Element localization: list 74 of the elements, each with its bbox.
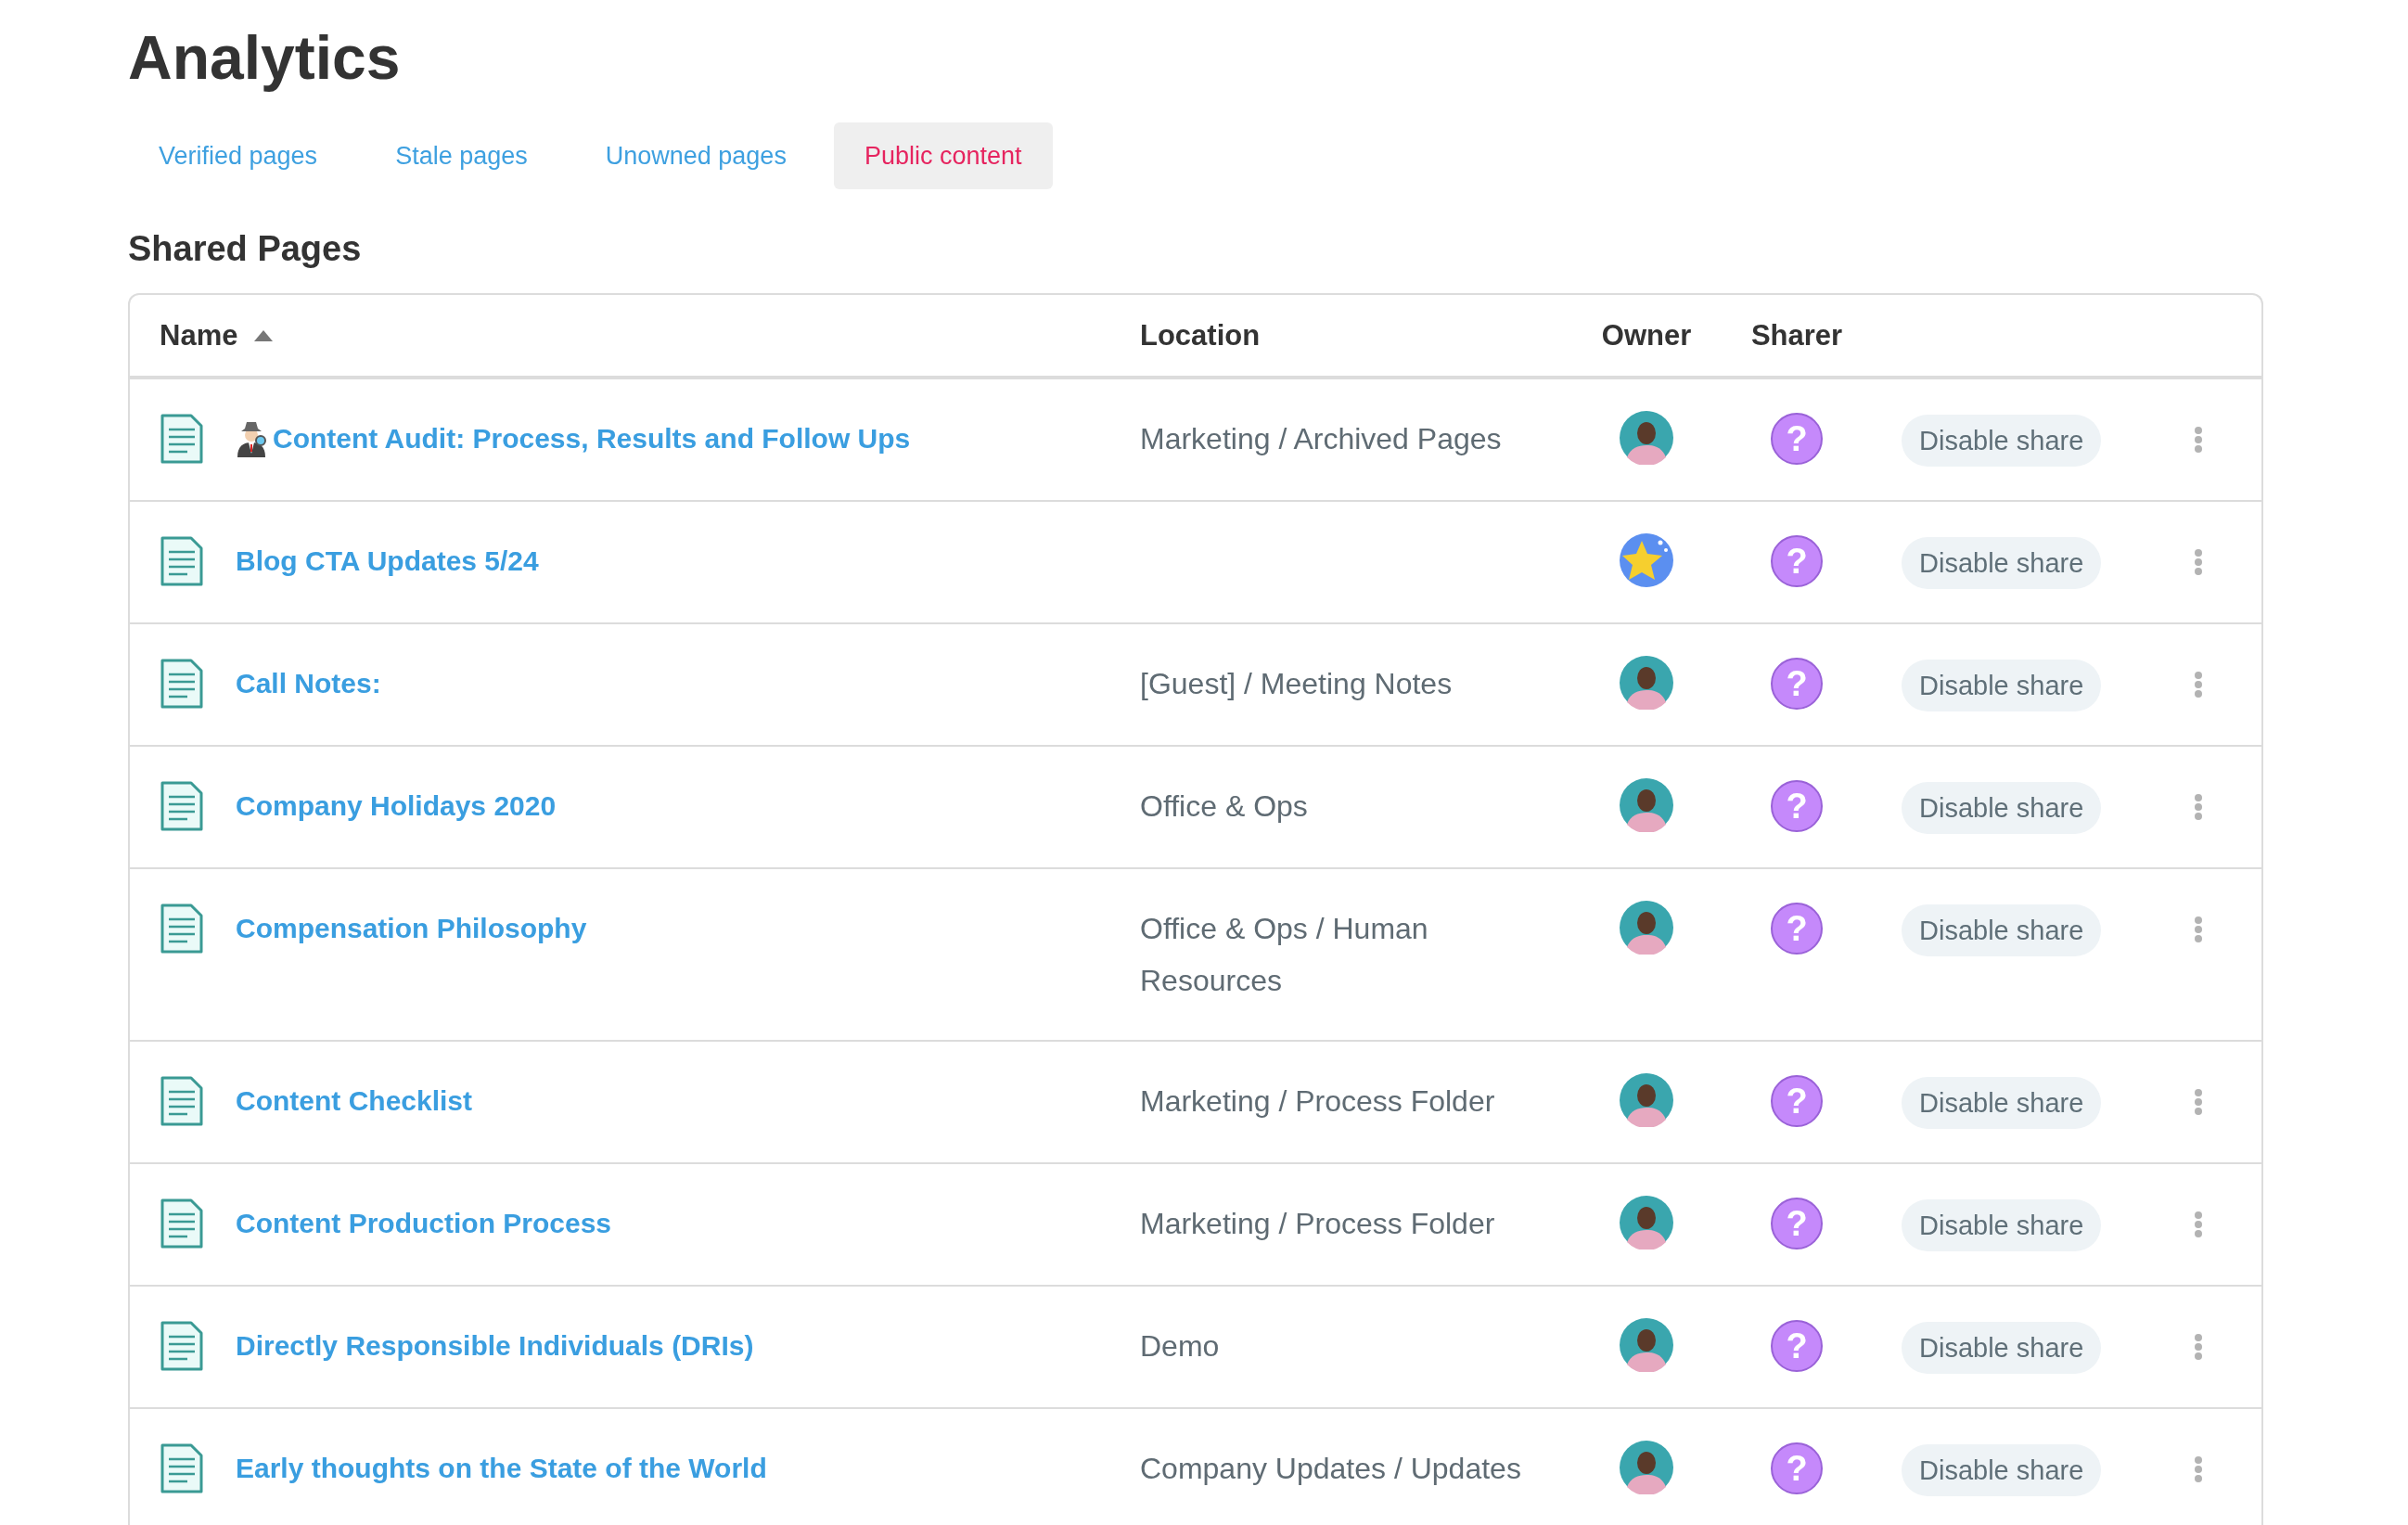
disable-share-button[interactable]: Disable share [1902,660,2102,711]
star-avatar [1620,533,1673,587]
page-link[interactable]: Company Holidays 2020 [236,780,557,832]
page-location: Office & Ops [1140,788,1309,825]
disable-share-button[interactable]: Disable share [1902,1322,2102,1374]
unknown-user-avatar: ? [1771,535,1823,587]
page-link[interactable]: Content Audit: Process, Results and Follow Ups [273,413,911,465]
document-icon [160,780,204,832]
more-icon[interactable] [2194,548,2203,576]
more-icon[interactable] [2194,1088,2203,1116]
page-link[interactable]: Content Checklist [236,1075,473,1127]
disable-share-button[interactable]: Disable share [1902,1077,2102,1129]
section-title: Shared Pages [128,228,363,270]
page-location: Marketing / Archived Pages [1140,421,1503,457]
person-avatar [1620,411,1673,465]
page-location: Demo [1140,1328,1221,1365]
document-icon [160,1075,204,1127]
person-avatar [1620,778,1673,832]
disable-share-button[interactable]: Disable share [1902,1199,2102,1251]
unknown-user-avatar: ? [1771,1198,1823,1249]
tab[interactable]: Stale pages [365,122,558,189]
more-icon[interactable] [2194,426,2203,454]
more-icon[interactable] [2194,916,2203,943]
page-location: Marketing / Process Folder [1140,1083,1496,1120]
unknown-user-avatar: ? [1771,1075,1823,1127]
document-icon [160,1320,204,1372]
more-icon[interactable] [2194,671,2203,698]
person-avatar [1620,1196,1673,1249]
person-avatar [1620,1318,1673,1372]
document-icon [160,535,204,587]
page-link[interactable]: Early thoughts on the State of the World [236,1442,767,1494]
page-location: Company Updates / Updates [1140,1451,1522,1487]
more-icon[interactable] [2194,793,2203,821]
tab[interactable]: Verified pages [128,122,349,189]
document-icon [160,1198,204,1249]
document-icon [160,1442,204,1494]
detective-icon [236,420,267,457]
tab[interactable]: Unowned pages [574,122,817,189]
more-icon[interactable] [2194,1211,2203,1238]
tab[interactable]: Public content [833,122,1053,189]
page-location: Office & Ops / Human Resources [1140,911,1429,999]
unknown-user-avatar: ? [1771,1442,1823,1494]
page-title: Analytics [128,22,402,94]
column-header[interactable]: Name [160,318,238,352]
unknown-user-avatar: ? [1771,413,1823,465]
disable-share-button[interactable]: Disable share [1902,782,2102,834]
unknown-user-avatar: ? [1771,903,1823,955]
disable-share-button[interactable]: Disable share [1902,1444,2102,1496]
page-link[interactable]: Call Notes: [236,658,381,710]
person-avatar [1620,901,1673,955]
document-icon [160,903,204,955]
page-location: [Guest] / Meeting Notes [1140,666,1454,702]
column-header: Owner [1601,318,1692,352]
more-icon[interactable] [2194,1455,2203,1483]
document-icon [160,658,204,710]
person-avatar [1620,1441,1673,1494]
page-link[interactable]: Compensation Philosophy [236,903,587,955]
person-avatar [1620,1073,1673,1127]
more-icon[interactable] [2194,1333,2203,1361]
page-link[interactable]: Blog CTA Updates 5/24 [236,535,539,587]
person-avatar [1620,656,1673,710]
document-icon [160,413,204,465]
unknown-user-avatar: ? [1771,658,1823,710]
sort-up-icon[interactable] [254,329,274,341]
column-header: Location [1140,318,1261,352]
disable-share-button[interactable]: Disable share [1902,904,2102,956]
page-link[interactable]: Directly Responsible Individuals (DRIs) [236,1320,754,1372]
unknown-user-avatar: ? [1771,780,1823,832]
page-location: Marketing / Process Folder [1140,1206,1496,1242]
column-header: Sharer [1750,318,1843,352]
page-link[interactable]: Content Production Process [236,1198,612,1249]
disable-share-button[interactable]: Disable share [1902,537,2102,589]
unknown-user-avatar: ? [1771,1320,1823,1372]
disable-share-button[interactable]: Disable share [1902,415,2102,467]
